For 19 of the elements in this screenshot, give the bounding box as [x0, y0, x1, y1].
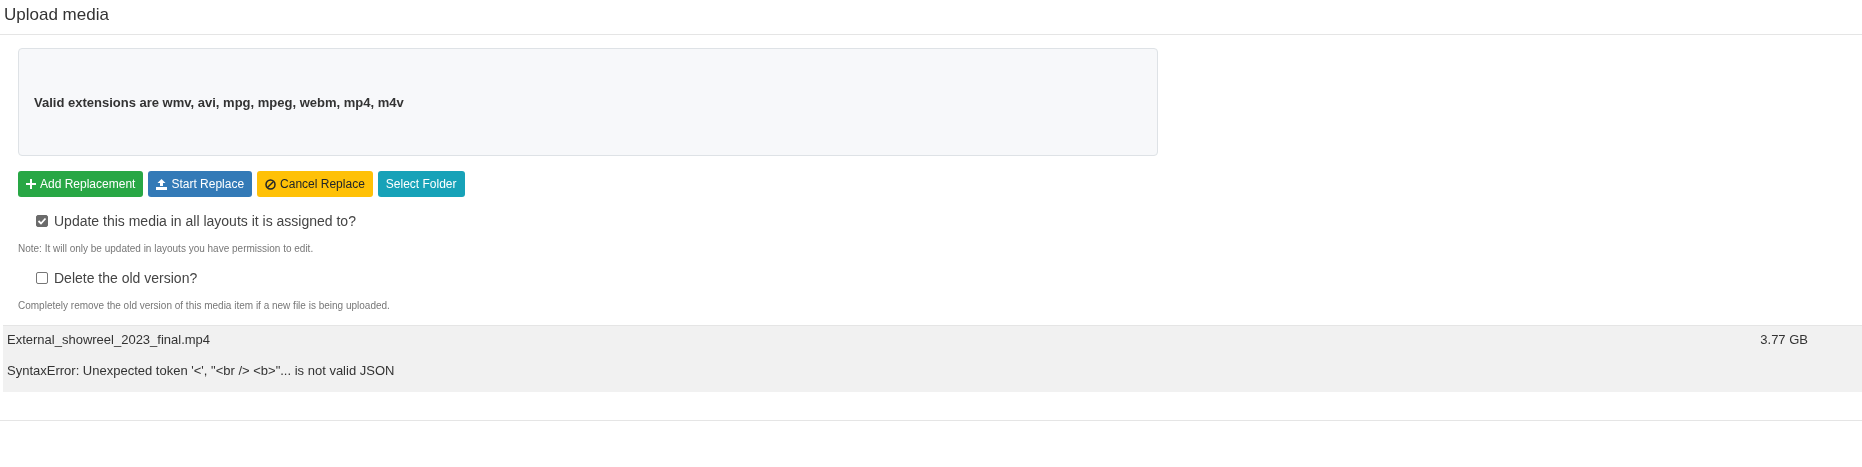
cancel-button[interactable]: Cancel Replace	[257, 171, 373, 197]
valid-extensions-text: Valid extensions are wmv, avi, mpg, mpeg, webm, mp4, m4v	[34, 94, 404, 110]
checkbox[interactable]	[36, 215, 48, 227]
option-label: Delete the old version?	[54, 270, 198, 286]
error-message: SyntaxError: Unexpected token '<', "<br /> <b>"... is not valid JSON	[7, 363, 396, 378]
help-text: Note: It will only be updated in layouts you have permission to edit.	[18, 243, 315, 254]
start-button[interactable]: Start Replace	[148, 171, 253, 197]
option-label: Update this media in all layouts it is assigned to?	[54, 213, 356, 229]
drop-zone[interactable]: Valid extensions are wmv, avi, mpg, mpeg, webm, mp4, m4v	[18, 48, 1158, 156]
upload-icon	[156, 178, 168, 190]
plus-icon	[26, 179, 36, 189]
file-name: External_showreel_2023_final.mp4	[7, 332, 211, 347]
file-size: 3.77 GB	[1760, 332, 1808, 347]
page-title: Upload media	[3, 4, 110, 26]
add-button[interactable]: Add Replacement	[18, 171, 144, 197]
help-text: Completely remove the old version of this media item if a new file is being uploaded.	[18, 300, 391, 311]
select-folder-button[interactable]: Select Folder	[377, 171, 465, 197]
ban-icon	[265, 178, 277, 190]
checkbox[interactable]	[36, 272, 48, 284]
